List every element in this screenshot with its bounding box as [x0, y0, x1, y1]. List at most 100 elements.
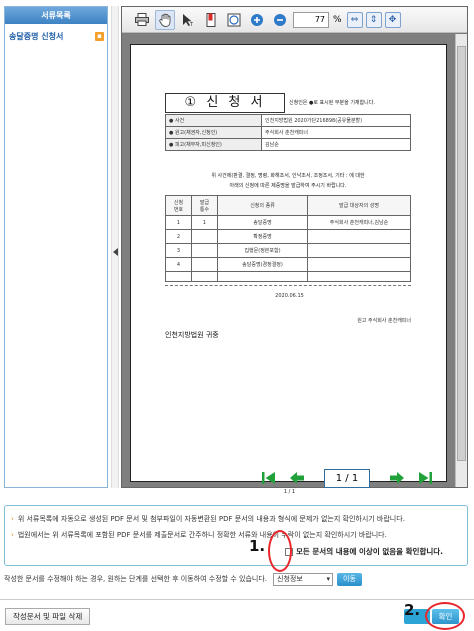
step-2-annotation: 2.: [404, 601, 421, 619]
fit-height-icon[interactable]: ⇕: [365, 11, 382, 28]
move-button[interactable]: 이동: [337, 572, 362, 586]
table-row: 4 송달증명(경정결정): [165, 257, 411, 272]
request-date: 2020.06.15: [275, 293, 304, 299]
snapshot-icon[interactable]: [224, 10, 244, 30]
zoom-unit-label: %: [333, 14, 342, 25]
table-cell: 주식회사 춘천캐피너,김남순: [307, 215, 411, 230]
table-cell: 4: [165, 257, 192, 272]
vertical-scrollbar[interactable]: [455, 34, 467, 487]
delete-documents-button[interactable]: 작성문서 및 파일 삭제: [5, 608, 91, 625]
table-cell: 확정증명: [217, 229, 308, 244]
table-cell: 3: [165, 243, 192, 258]
chevron-bullet-icon: ›: [11, 531, 14, 539]
notice-line: › 위 서류목록에 자동으로 생성된 PDF 문서 및 첨부파일이 자동변환된 P…: [11, 514, 405, 524]
table-cell: [307, 243, 411, 258]
table-cell: [191, 257, 218, 272]
pdf-file-icon: ▪: [95, 31, 104, 41]
table-cell: [191, 243, 218, 258]
first-page-icon[interactable]: [259, 468, 279, 488]
page-status: 1 / 1: [283, 489, 296, 495]
edit-step-row: 작성한 문서를 수정해야 하는 경우, 원하는 단계를 선택한 후 이동하여 수…: [4, 572, 468, 586]
column-header: 발급 통수: [191, 195, 218, 216]
table-cell: [307, 271, 411, 282]
info-value: 주식회사 춘천캐피너: [261, 126, 411, 139]
viewer-toolbar: T 77 % ⇔ ⇕ ✥: [122, 7, 467, 33]
table-cell: 송달증명(경정결정): [217, 257, 308, 272]
step-1-annotation: 1.: [249, 537, 266, 555]
previous-page-icon[interactable]: [287, 468, 307, 488]
confirm-label[interactable]: 모든 문서의 내용에 이상이 없음을 확인합니다.: [296, 546, 443, 557]
next-page-icon[interactable]: [388, 468, 408, 488]
table-cell: 2: [165, 229, 192, 244]
document-list-title: 서류목록: [5, 7, 107, 24]
table-header-row: 신청 번호 발급 통수 신청의 종류 발급 대상자의 성명: [165, 195, 411, 216]
info-value: 인천지방법원 2020가단216898(공유물분할): [261, 114, 411, 127]
page-navigator: 1 / 1: [259, 468, 435, 488]
table-row: ● 원고(채권자,신청인) 주식회사 춘천캐피너: [165, 126, 411, 139]
table-cell: [307, 229, 411, 244]
table-row: [165, 271, 411, 282]
panel-splitter[interactable]: [111, 6, 119, 488]
table-row: 1 1 송달증명 주식회사 춘천캐피너,김남순: [165, 215, 411, 230]
svg-text:T: T: [189, 22, 194, 27]
table-cell: [191, 229, 218, 244]
document-scroll-area[interactable]: ① 신 청 서 신청인은 ●로 표시된 부분을 기재합니다. ● 사건 인천지방…: [122, 34, 467, 495]
document-title: ① 신 청 서: [165, 93, 285, 113]
info-value: 김남순: [261, 138, 411, 151]
document-list-panel: 서류목록 송달증명 신청서 ▪: [4, 6, 108, 488]
notice-text: 위 서류목록에 자동으로 생성된 PDF 문서 및 첨부파일이 자동변환된 PD…: [17, 515, 405, 523]
pdf-viewer: T 77 % ⇔ ⇕ ✥ ① 신 청 서 신청인은 ●로 표시된 부분을 기재합…: [121, 6, 468, 495]
zoom-out-icon[interactable]: [270, 10, 290, 30]
zoom-input[interactable]: 77: [293, 11, 329, 28]
info-key: ● 사건: [165, 114, 262, 127]
table-cell: [307, 257, 411, 272]
column-header: 신청의 종류: [217, 195, 308, 216]
table-cell: 1: [191, 215, 218, 230]
intro-line: 위 사건에(판결, 결정, 명령, 화해조서, 인낙조서, 조정조서, 기타 :…: [211, 173, 365, 179]
print-icon[interactable]: [132, 10, 152, 30]
bookmark-icon[interactable]: [201, 10, 221, 30]
table-row: 2 확정증명: [165, 229, 411, 244]
last-page-icon[interactable]: [415, 468, 435, 488]
divider: [0, 599, 474, 600]
case-info-table: ● 사건 인천지방법원 2020가단216898(공유물분할) ● 원고(채권자…: [165, 114, 411, 151]
step-1-highlight-circle: [268, 530, 292, 572]
document-list-item-label: 송달증명 신청서: [9, 31, 64, 41]
info-key: ● 원고(채권자,신청인): [165, 126, 262, 139]
step-2-highlight-circle: [425, 602, 465, 630]
table-row: 3 집행문(정본포함): [165, 243, 411, 258]
confirm-row[interactable]: 모든 문서의 내용에 이상이 없음을 확인합니다.: [285, 546, 443, 557]
title-row: ① 신 청 서 신청인은 ●로 표시된 부분을 기재합니다.: [165, 93, 411, 113]
scrollbar-thumb[interactable]: [457, 46, 466, 461]
step-select[interactable]: 신청정보: [273, 572, 333, 586]
notice-text: 법원에서는 위 서류목록에 포함된 PDF 문서를 제출문서로 간주하니 정확한…: [17, 531, 387, 539]
court-addressee: 인천지방법원 귀중: [165, 331, 219, 339]
fit-width-icon[interactable]: ⇔: [346, 11, 363, 28]
column-header: 발급 대상자의 성명: [307, 195, 411, 216]
table-cell: [191, 271, 218, 282]
page-separator: /: [345, 472, 349, 484]
page-number-input[interactable]: 1 / 1: [324, 468, 370, 488]
hand-tool-icon[interactable]: [155, 9, 175, 30]
table-cell: [217, 271, 308, 282]
table-cell: 송달증명: [217, 215, 308, 230]
request-table: 신청 번호 발급 통수 신청의 종류 발급 대상자의 성명 1 1 송달증명 주…: [165, 195, 411, 282]
divider: [165, 285, 411, 286]
table-cell: 1: [165, 215, 192, 230]
edit-instruction: 작성한 문서를 수정해야 하는 경우, 원하는 단계를 선택한 후 이동하여 수…: [4, 575, 267, 583]
table-cell: 집행문(정본포함): [217, 243, 308, 258]
request-intro: 위 사건에(판결, 결정, 명령, 화해조서, 인낙조서, 조정조서, 기타 :…: [165, 171, 411, 191]
table-cell: [165, 271, 192, 282]
notice-box: › 위 서류목록에 자동으로 생성된 PDF 문서 및 첨부파일이 자동변환된 P…: [4, 505, 468, 566]
collapse-arrow-icon[interactable]: [113, 248, 118, 256]
table-row: ● 피고(채무자,피신청인) 김남순: [165, 138, 411, 151]
zoom-in-icon[interactable]: [247, 10, 267, 30]
pdf-page: ① 신 청 서 신청인은 ●로 표시된 부분을 기재합니다. ● 사건 인천지방…: [130, 44, 447, 495]
fit-page-icon[interactable]: ✥: [384, 11, 401, 28]
document-list-item[interactable]: 송달증명 신청서 ▪: [5, 28, 107, 44]
title-note: 신청인은 ●로 표시된 부분을 기재합니다.: [289, 100, 375, 106]
total-pages: 1: [351, 472, 359, 484]
select-cursor-icon[interactable]: T: [178, 10, 198, 30]
notice-line: › 법원에서는 위 서류목록에 포함된 PDF 문서를 제출문서로 간주하니 정확…: [11, 530, 387, 540]
table-row: ● 사건 인천지방법원 2020가단216898(공유물분할): [165, 114, 411, 127]
